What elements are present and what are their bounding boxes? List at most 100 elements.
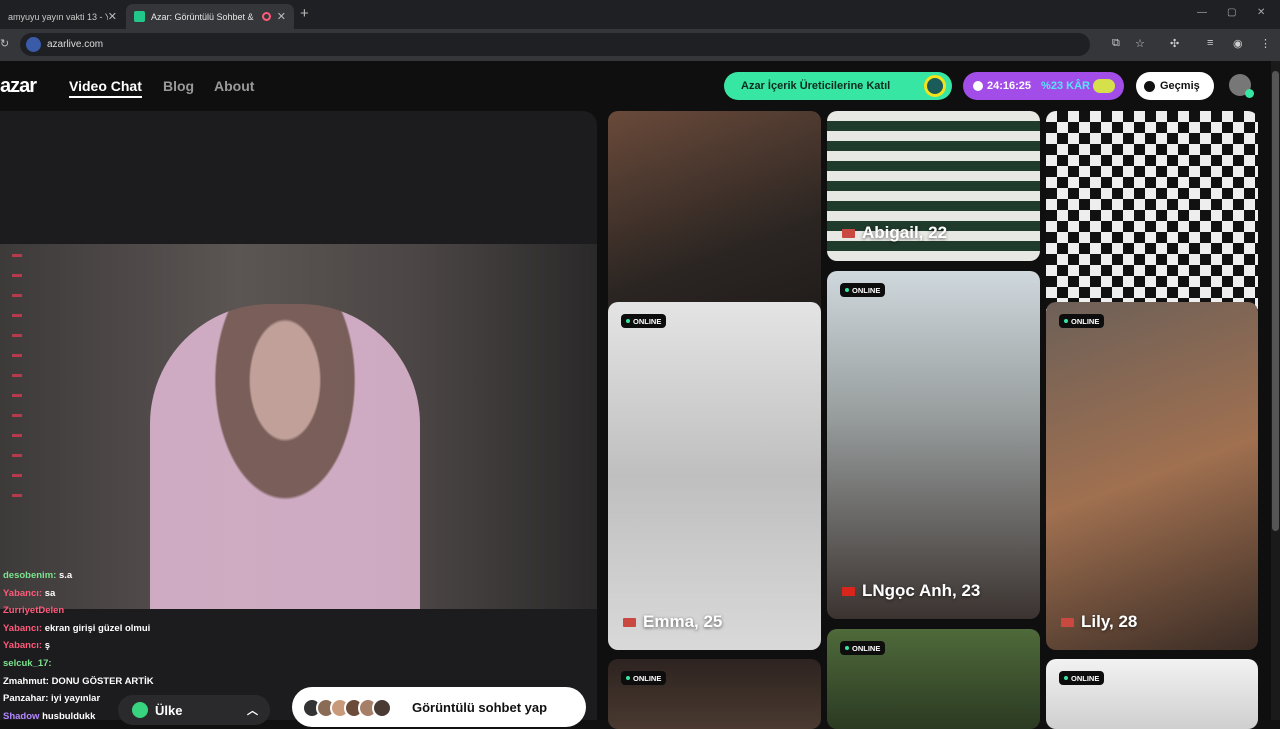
user-avatar[interactable] (1229, 74, 1254, 98)
country-flag-icon (623, 617, 636, 627)
extensions-icon[interactable]: ✣ (1170, 37, 1179, 50)
online-badge: ONLINE (1059, 671, 1105, 685)
promo-discount: %23 KÂR (1041, 80, 1090, 92)
chat-username: Zmahmut: (3, 675, 49, 687)
profile-name-text: LNgọc Anh, 23 (862, 581, 981, 600)
streamer-video (150, 304, 420, 609)
webcam-overlay (0, 244, 597, 609)
decorative-dots (12, 254, 22, 514)
online-label: ONLINE (1071, 316, 1100, 326)
online-label: ONLINE (852, 285, 881, 295)
chat-message: Yabancı: sa (3, 585, 303, 603)
url-text: azarlive.com (47, 39, 104, 50)
nav-about[interactable]: About (214, 78, 254, 94)
history-icon (1144, 80, 1155, 92)
start-video-chat-button[interactable]: Görüntülü sohbet yap (292, 687, 586, 727)
chat-text: sa (44, 587, 56, 599)
profile-name: Emma, 25 (623, 612, 722, 632)
online-badge: ONLINE (621, 314, 667, 328)
chat-message: Yabancı: ekran girişi güzel olmui (3, 620, 303, 638)
chat-message: Yabancı: ş (3, 637, 303, 655)
chevron-up-icon: ︿ (247, 705, 258, 717)
azar-favicon-icon (134, 11, 145, 22)
online-label: ONLINE (852, 643, 881, 653)
profile-icon[interactable]: ◉ (1233, 37, 1243, 50)
chat-text: DONU GÖSTER ARTİK (51, 675, 154, 687)
close-icon[interactable]: ✕ (108, 10, 117, 23)
url-field[interactable]: azarlive.com (20, 33, 1090, 56)
online-dot-icon (1064, 319, 1068, 323)
browser-tab-youtube[interactable]: amyuyu yayın vakti 13 - You ✕ (0, 4, 125, 29)
chat-text: ş (44, 640, 51, 652)
chat-text: ekran girişi güzel olmui (44, 622, 151, 634)
online-label: ONLINE (633, 673, 662, 683)
promo-button[interactable]: 24:16:25 %23 KÂR (963, 72, 1124, 100)
online-badge: ONLINE (621, 671, 667, 685)
clock-icon (973, 81, 983, 91)
profile-card[interactable]: ONLINE Emma, 25 (608, 302, 821, 650)
profile-card[interactable]: ONLINE Lily, 28 (1046, 302, 1258, 650)
chat-username: Shadow (3, 710, 40, 722)
coins-icon (1093, 79, 1115, 93)
tab-title: Azar: Görüntülü Sohbet & (151, 11, 254, 22)
chat-message: ZurriyetDelen (3, 602, 303, 620)
bookmark-star-icon[interactable]: ☆ (1135, 37, 1145, 50)
scrollbar-thumb[interactable] (1272, 71, 1279, 531)
online-dot-icon (845, 646, 849, 650)
country-flag-icon (842, 586, 855, 596)
online-dot-icon (845, 288, 849, 292)
nav-blog[interactable]: Blog (163, 78, 194, 94)
site-info-icon[interactable] (26, 37, 41, 52)
azar-site: azar Video Chat Blog About Azar İçerik Ü… (0, 61, 1280, 729)
azar-logo[interactable]: azar (0, 75, 37, 98)
online-dot-icon (1064, 676, 1068, 680)
browser-tab-bar: amyuyu yayın vakti 13 - You ✕ Azar: Görü… (0, 0, 1280, 29)
browser-tab-azar[interactable]: Azar: Görüntülü Sohbet & ✕ (126, 4, 294, 29)
install-app-icon[interactable]: ⧉ (1112, 37, 1120, 50)
globe-icon (132, 702, 148, 718)
profile-card[interactable]: ONLINE (608, 659, 821, 729)
country-flag-icon (842, 228, 855, 238)
chat-username: desobenim: (3, 570, 57, 581)
page-scrollbar[interactable] (1271, 61, 1280, 720)
chat-text: s.a (58, 570, 73, 581)
profile-card[interactable]: ONLINE LNgọc Anh, 23 (827, 271, 1040, 619)
media-icon[interactable]: ≡ (1207, 37, 1213, 49)
profile-name: LNgọc Anh, 23 (842, 581, 980, 601)
tab-title: amyuyu yayın vakti 13 - You (8, 11, 108, 22)
menu-icon[interactable]: ⋮ (1260, 37, 1271, 50)
online-label: ONLINE (1071, 673, 1100, 683)
country-filter-button[interactable]: Ülke ︿ (118, 695, 270, 725)
nav-video-chat[interactable]: Video Chat (69, 78, 142, 98)
chat-username: Yabancı: (3, 587, 43, 599)
profile-card[interactable]: ONLINE (827, 629, 1040, 729)
recording-icon (261, 12, 271, 21)
history-button[interactable]: Geçmiş (1136, 72, 1214, 100)
chat-text: husbuldukk (42, 710, 96, 722)
new-tab-button[interactable]: + (300, 5, 309, 22)
minimize-icon[interactable]: — (1197, 7, 1207, 18)
country-label: Ülke (155, 702, 183, 718)
profile-card[interactable]: Abigail, 22 (827, 111, 1040, 261)
online-badge: ONLINE (1059, 314, 1105, 328)
creator-join-button[interactable]: Azar İçerik Üreticilerine Katıl (724, 72, 952, 100)
profile-name: Abigail, 22 (842, 223, 947, 243)
creator-join-label: Azar İçerik Üreticilerine Katıl (741, 80, 891, 92)
close-window-icon[interactable]: ✕ (1257, 7, 1265, 18)
address-bar: ↻ azarlive.com (0, 29, 1280, 61)
profile-name-text: Emma, 25 (643, 612, 723, 631)
history-label: Geçmiş (1160, 80, 1200, 92)
profile-card[interactable]: ONLINE (1046, 659, 1258, 729)
close-icon[interactable]: ✕ (277, 10, 286, 23)
chat-message: desobenim: s.a (3, 567, 303, 585)
promo-timer: 24:16:25 (987, 80, 1032, 92)
online-badge: ONLINE (840, 641, 886, 655)
maximize-icon[interactable]: ▢ (1227, 7, 1236, 18)
profile-name: Lily, 28 (1061, 612, 1137, 632)
country-flag-icon (1061, 617, 1074, 627)
chat-username: selcuk_17: (3, 657, 52, 669)
reload-icon[interactable]: ↻ (0, 37, 9, 50)
chat-message: Zmahmut: DONU GÖSTER ARTİK (3, 673, 303, 691)
profile-name-text: Lily, 28 (1081, 612, 1138, 631)
avatar-stack (302, 698, 392, 718)
